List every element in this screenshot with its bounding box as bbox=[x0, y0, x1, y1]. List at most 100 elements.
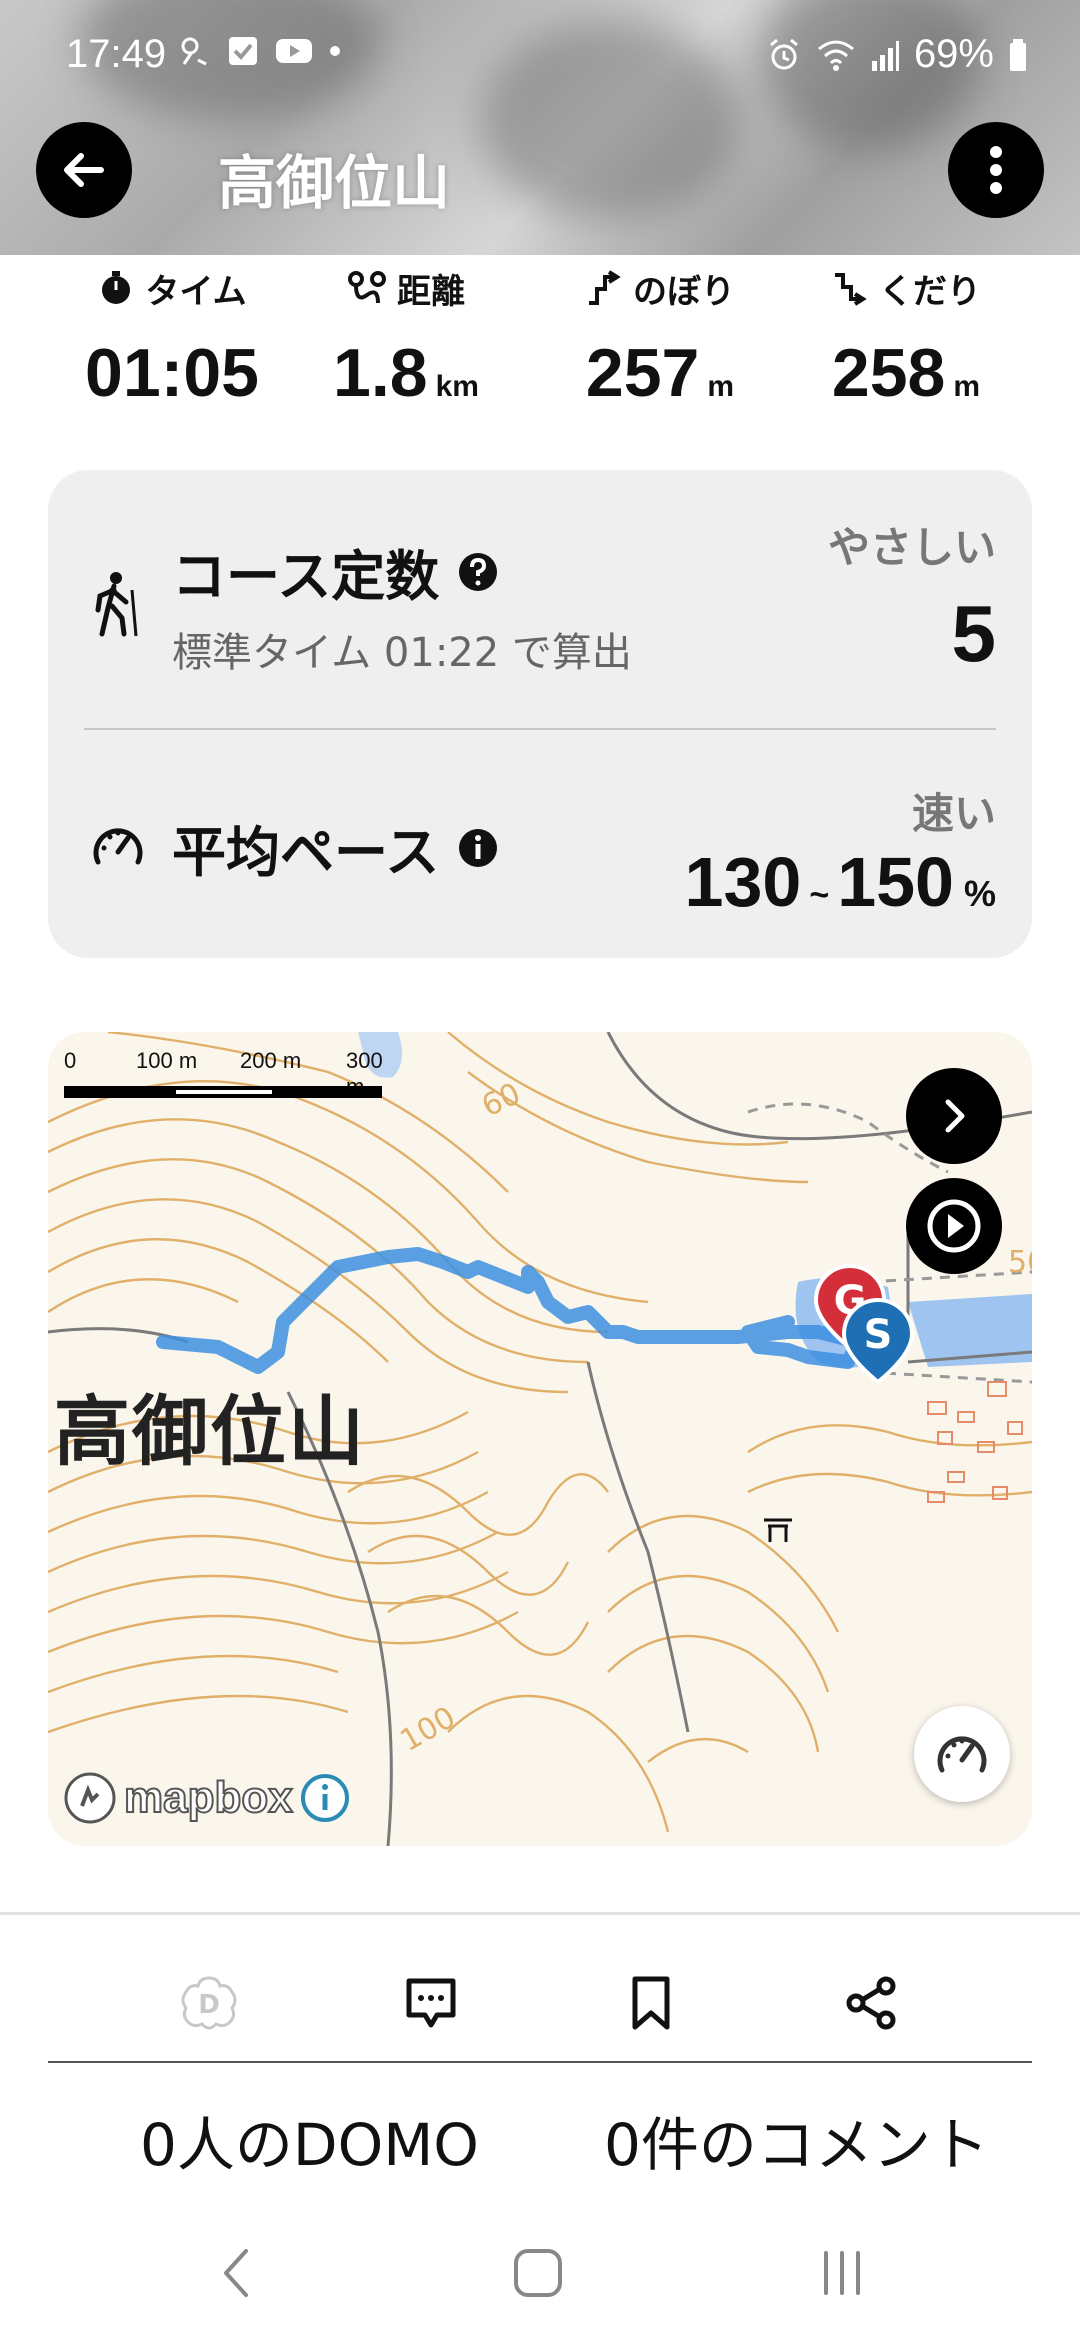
hiker-icon bbox=[95, 572, 138, 637]
stat-ascent-value: 257 m bbox=[540, 334, 780, 412]
mapbox-attribution[interactable]: mapbox bbox=[62, 1770, 351, 1826]
stat-distance-label: 距離 bbox=[286, 260, 526, 316]
share-icon bbox=[846, 1976, 896, 2030]
scale-label: 0 bbox=[64, 1048, 77, 1073]
nav-home-icon bbox=[514, 2249, 562, 2297]
domo-flower-icon: D bbox=[181, 1976, 237, 2030]
stat-label-text: くだり bbox=[879, 271, 981, 312]
contour-label: 100 bbox=[395, 1700, 462, 1759]
more-options-button[interactable] bbox=[948, 122, 1044, 218]
peak-name-label: 高御位山 bbox=[54, 1387, 366, 1476]
stat-unit-text: km bbox=[435, 370, 479, 403]
help-icon[interactable] bbox=[457, 551, 499, 593]
voicemail-icon bbox=[181, 37, 207, 66]
nav-recents-button[interactable] bbox=[802, 2238, 882, 2308]
back-button[interactable] bbox=[36, 122, 132, 218]
card-divider bbox=[84, 728, 996, 730]
attribution-info-icon[interactable] bbox=[299, 1772, 351, 1824]
info-icon[interactable] bbox=[457, 827, 499, 869]
signal-icon bbox=[871, 40, 899, 71]
status-time: 17:49 bbox=[66, 32, 167, 76]
svg-text:D: D bbox=[198, 1990, 220, 2020]
share-button[interactable] bbox=[826, 1958, 916, 2048]
scale-line-segment bbox=[176, 1090, 272, 1094]
course-subtitle: 標準タイム 01:22 で算出 bbox=[172, 630, 632, 676]
more-notifications-dot-icon bbox=[330, 46, 340, 56]
stat-unit-text: m bbox=[953, 370, 981, 403]
stat-label-text: タイム bbox=[145, 271, 247, 312]
bookmark-icon bbox=[632, 1976, 670, 2030]
status-icons-left bbox=[178, 34, 342, 68]
stat-label-text: 距離 bbox=[397, 271, 465, 312]
arrow-left-icon bbox=[64, 153, 104, 187]
pace-range-unit: % bbox=[963, 873, 996, 914]
nav-back-button[interactable] bbox=[196, 2238, 276, 2308]
stat-time-value: 01:05 bbox=[52, 334, 292, 412]
pace-speed-label: 速い bbox=[911, 789, 996, 838]
pace-range-low: 130 bbox=[684, 843, 802, 921]
difficulty-label: やさしい bbox=[827, 523, 996, 572]
wifi-icon bbox=[817, 40, 854, 71]
action-bar: D bbox=[0, 1958, 1080, 2048]
checkmark-notification-icon bbox=[229, 37, 257, 65]
nav-back-icon bbox=[224, 2249, 248, 2297]
route-map[interactable]: 60 100 50 高御位山 G S 0 100 m 200 m 300 m bbox=[48, 1032, 1032, 1846]
play-circle-icon bbox=[927, 1199, 981, 1253]
comment-button[interactable] bbox=[386, 1958, 476, 2048]
comment-count-link[interactable]: 0件のコメント bbox=[604, 2098, 989, 2182]
activity-stats: タイム 01:05 距離 1.8 km のぼり 257 m くだり 258 m bbox=[0, 260, 1080, 430]
scale-label: 100 m bbox=[136, 1048, 198, 1073]
stat-label-text: のぼり bbox=[633, 271, 735, 312]
descent-icon bbox=[835, 273, 867, 306]
comment-icon bbox=[406, 1978, 456, 2028]
contour-label: 50 bbox=[1008, 1245, 1032, 1280]
pace-title-text: 平均ペース bbox=[172, 821, 440, 884]
stat-distance-value: 1.8 km bbox=[286, 334, 526, 412]
stat-descent-label: くだり bbox=[786, 260, 1026, 316]
battery-percent: 69% bbox=[913, 32, 994, 76]
bookmark-button[interactable] bbox=[606, 1958, 696, 2048]
start-marker-icon[interactable]: S bbox=[838, 1296, 918, 1386]
system-navigation-bar bbox=[0, 2220, 1080, 2320]
status-bar: 17:49 69% bbox=[0, 28, 1080, 88]
stat-value-text: 01:05 bbox=[85, 335, 259, 411]
pace-range: 130 ~ 150 % bbox=[685, 842, 996, 922]
header: 17:49 69% 高御位山 bbox=[0, 0, 1080, 255]
start-marker-letter: S bbox=[864, 1312, 893, 1358]
nav-recents-icon bbox=[824, 2251, 860, 2295]
stat-time-label: タイム bbox=[52, 260, 292, 316]
battery-icon bbox=[1010, 38, 1026, 71]
domo-button[interactable]: D bbox=[164, 1958, 254, 2048]
section-divider bbox=[0, 1912, 1080, 1915]
course-title-text: コース定数 bbox=[172, 545, 440, 608]
course-pace-card: コース定数 標準タイム 01:22 で算出 やさしい 5 平均ペース 速い 13… bbox=[48, 470, 1032, 958]
shrine-symbol bbox=[764, 1518, 792, 1542]
domo-count-link[interactable]: 0人のDOMO bbox=[140, 2098, 479, 2182]
stat-time: タイム 01:05 bbox=[52, 260, 292, 412]
average-pace-title: 平均ペース bbox=[172, 808, 499, 887]
pace-range-high: 150 bbox=[837, 843, 954, 921]
youtube-icon bbox=[276, 39, 312, 63]
route-icon bbox=[348, 271, 386, 304]
stat-descent: くだり 258 m bbox=[786, 260, 1026, 412]
scale-line bbox=[64, 1086, 382, 1098]
map-play-button[interactable] bbox=[906, 1178, 1002, 1274]
map-expand-button[interactable] bbox=[906, 1068, 1002, 1164]
course-constant-value: 5 bbox=[951, 589, 997, 678]
mapbox-wordmark: mapbox bbox=[123, 1772, 294, 1823]
ascent-icon bbox=[589, 270, 621, 305]
mapbox-logo-icon bbox=[64, 1772, 116, 1824]
action-divider bbox=[48, 2061, 1032, 2063]
scale-label: 200 m bbox=[240, 1048, 302, 1073]
page-title: 高御位山 bbox=[218, 149, 451, 217]
stat-ascent-label: のぼり bbox=[540, 260, 780, 316]
speedometer-icon bbox=[937, 1736, 987, 1773]
stat-descent-value: 258 m bbox=[786, 334, 1026, 412]
stat-value-text: 257 bbox=[585, 335, 700, 411]
map-scale-bar: 0 100 m 200 m 300 m bbox=[64, 1048, 394, 1108]
stat-unit-text: m bbox=[707, 370, 735, 403]
map-speed-button[interactable] bbox=[914, 1706, 1010, 1802]
stat-value-text: 1.8 bbox=[333, 335, 428, 411]
speedometer-icon bbox=[93, 828, 143, 865]
nav-home-button[interactable] bbox=[498, 2238, 578, 2308]
